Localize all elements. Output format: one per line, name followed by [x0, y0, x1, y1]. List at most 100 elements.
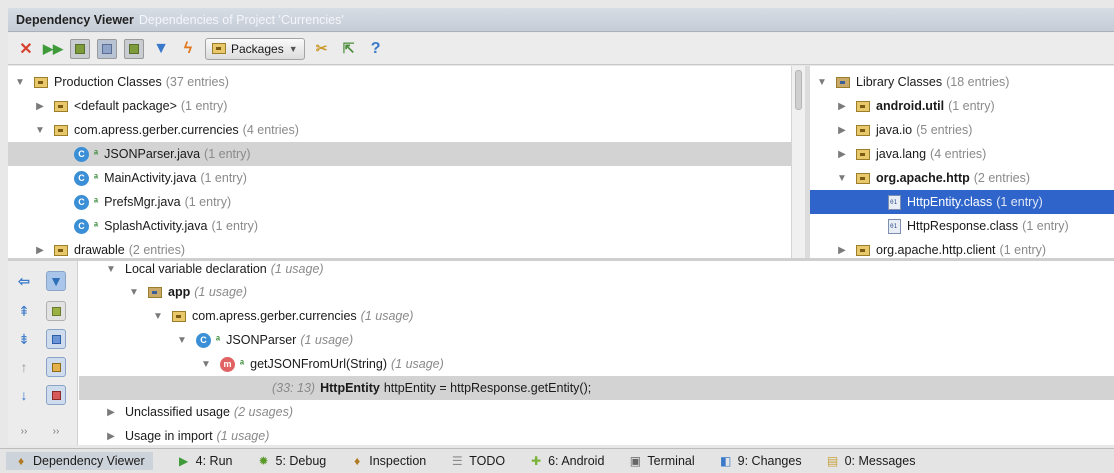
export-icon[interactable]: ⇱: [339, 39, 359, 59]
show-modules-icon[interactable]: [124, 38, 144, 59]
group-by-file-icon[interactable]: [46, 357, 66, 377]
group-by-module-icon[interactable]: [46, 301, 66, 321]
rerun-icon[interactable]: ▶▶: [43, 39, 63, 59]
vertical-splitter[interactable]: [805, 66, 810, 258]
filter-icon[interactable]: ▼: [46, 271, 66, 291]
collapsed-arrow-icon[interactable]: ▶: [836, 101, 848, 112]
tree-row-prefsmgr[interactable]: C ᵃ PrefsMgr.java (1 entry): [8, 190, 805, 214]
code-text: httpEntity = httpResponse.getEntity();: [383, 381, 592, 395]
tool-tab-label: 6: Android: [548, 454, 605, 468]
tool-tab-todo[interactable]: ☰ TODO: [450, 454, 505, 468]
package-folder-icon: [212, 43, 226, 54]
expanded-arrow-icon[interactable]: ▼: [200, 359, 212, 370]
tree-row-production-root[interactable]: ▼ Production Classes (37 entries): [8, 70, 805, 94]
folder-icon: [54, 244, 68, 256]
usage-row-import[interactable]: ▶ Usage in import (1 usage): [105, 424, 269, 448]
class-icon: C: [196, 332, 211, 348]
group-by-method-icon[interactable]: [46, 385, 66, 405]
collapsed-arrow-icon[interactable]: ▶: [836, 125, 848, 136]
tree-label: Library Classes: [856, 75, 943, 89]
expanded-arrow-icon[interactable]: ▼: [836, 173, 848, 184]
collapsed-arrow-icon[interactable]: ▶: [836, 149, 848, 160]
tool-tab-label: 0: Messages: [844, 454, 916, 468]
usage-row-method[interactable]: ▼ m ᵃ getJSONFromUrl(String) (1 usage): [200, 352, 444, 376]
tool-tab-changes[interactable]: ◧ 9: Changes: [719, 454, 802, 468]
tree-row-drawable[interactable]: ▶ drawable (2 entries): [8, 238, 805, 258]
usage-row-package[interactable]: ▼ com.apress.gerber.currencies (1 usage): [152, 304, 413, 328]
tree-row-java-io[interactable]: ▶ java.io (5 entries): [810, 118, 1114, 142]
tree-row-library-root[interactable]: ▼ Library Classes (18 entries): [810, 70, 1114, 94]
scope-dropdown[interactable]: Packages ▼: [205, 37, 305, 60]
scrollbar-thumb[interactable]: [795, 70, 802, 110]
tool-tab-messages[interactable]: ▤ 0: Messages: [826, 454, 916, 468]
tree-row-org-apache-http[interactable]: ▼ org.apache.http (2 entries): [810, 166, 1114, 190]
more-icon[interactable]: ››: [14, 421, 34, 441]
collapsed-arrow-icon[interactable]: ▶: [34, 101, 46, 112]
tool-tab-label: 9: Changes: [737, 454, 802, 468]
settings-icon[interactable]: ✂: [312, 39, 332, 59]
tree-label: java.lang: [876, 147, 927, 161]
expanded-arrow-icon[interactable]: ▼: [152, 311, 164, 322]
tree-count: (2 entries): [128, 243, 186, 257]
expand-all-icon[interactable]: ⇞: [14, 301, 34, 321]
usage-row-code-line[interactable]: (33: 13) HttpEntity httpEntity = httpRes…: [272, 376, 591, 400]
group-by-package-icon[interactable]: [46, 329, 66, 349]
toolbar: ✕ ▶▶ ▼ ϟ Packages ▼ ✂ ⇱ ?: [8, 33, 1114, 65]
access-icon: ᵃ: [94, 220, 99, 232]
close-icon[interactable]: ✕: [16, 39, 36, 59]
tool-tab-inspection[interactable]: ♦ Inspection: [350, 454, 426, 468]
usage-label: app: [168, 285, 191, 299]
folder-icon: [54, 100, 68, 112]
show-files-icon[interactable]: [97, 38, 117, 59]
collapsed-arrow-icon[interactable]: ▶: [836, 245, 848, 256]
expanded-arrow-icon[interactable]: ▼: [128, 287, 140, 298]
lightning-icon[interactable]: ϟ: [178, 39, 198, 59]
expanded-arrow-icon[interactable]: ▼: [176, 335, 188, 346]
expanded-arrow-icon[interactable]: ▼: [105, 264, 117, 275]
expanded-arrow-icon[interactable]: ▼: [816, 77, 828, 88]
tree-row-mainactivity[interactable]: C ᵃ MainActivity.java (1 entry): [8, 166, 805, 190]
tree-row-jsonparser[interactable]: C ᵃ JSONParser.java (1 entry): [8, 142, 805, 166]
tool-tab-android[interactable]: ✚ 6: Android: [529, 454, 604, 468]
more-icon[interactable]: ››: [46, 421, 66, 441]
usage-count: (1 usage): [300, 333, 354, 347]
tree-label: HttpEntity.class: [907, 195, 993, 209]
usage-row-local-variable[interactable]: ▼ Local variable declaration (1 usage): [105, 257, 324, 281]
tree-row-splashactivity[interactable]: C ᵃ SplashActivity.java (1 entry): [8, 214, 805, 238]
collapsed-arrow-icon[interactable]: ▶: [105, 407, 117, 418]
help-icon[interactable]: ?: [366, 39, 386, 59]
folder-icon: [856, 244, 870, 256]
left-scrollbar[interactable]: [791, 66, 805, 258]
dependency-viewer-icon: ♦: [17, 454, 25, 468]
module-folder-icon: [148, 286, 162, 298]
usage-count: (1 usage): [194, 285, 248, 299]
tree-row-android-util[interactable]: ▶ android.util (1 entry): [810, 94, 1114, 118]
tree-row-org-apache-http-client[interactable]: ▶ org.apache.http.client (1 entry): [810, 238, 1114, 258]
previous-occurrence-icon[interactable]: ↑: [14, 357, 34, 377]
usage-row-unclassified[interactable]: ▶ Unclassified usage (2 usages): [105, 400, 293, 424]
tool-tab-run[interactable]: ▶ 4: Run: [177, 454, 232, 468]
collapsed-arrow-icon[interactable]: ▶: [34, 245, 46, 256]
tree-row-default-package[interactable]: ▶ <default package> (1 entry): [8, 94, 805, 118]
expanded-arrow-icon[interactable]: ▼: [34, 125, 46, 136]
usage-row-app[interactable]: ▼ app (1 usage): [128, 280, 247, 304]
filter-icon[interactable]: ▼: [151, 39, 171, 59]
tool-tab-label: Inspection: [369, 454, 427, 468]
back-arrow-icon[interactable]: ⇦: [14, 271, 34, 291]
tree-row-currencies-package[interactable]: ▼ com.apress.gerber.currencies (4 entrie…: [8, 118, 805, 142]
tree-label: PrefsMgr.java: [104, 195, 181, 209]
tree-row-httpresponse[interactable]: HttpResponse.class (1 entry): [810, 214, 1114, 238]
tree-row-java-lang[interactable]: ▶ java.lang (4 entries): [810, 142, 1114, 166]
folder-icon: [856, 148, 870, 160]
tool-tab-terminal[interactable]: ▣ Terminal: [628, 454, 695, 468]
collapse-all-icon[interactable]: ⇟: [14, 329, 34, 349]
next-occurrence-icon[interactable]: ↓: [14, 385, 34, 405]
tool-tab-dependency-viewer[interactable]: ♦ Dependency Viewer: [6, 452, 153, 470]
tree-row-httpentity[interactable]: HttpEntity.class (1 entry): [810, 190, 1114, 214]
tool-tab-debug[interactable]: ✹ 5: Debug: [257, 454, 326, 468]
collapsed-arrow-icon[interactable]: ▶: [105, 431, 117, 442]
expanded-arrow-icon[interactable]: ▼: [14, 77, 26, 88]
usage-row-class[interactable]: ▼ C ᵃ JSONParser (1 usage): [176, 328, 353, 352]
flatten-packages-icon[interactable]: [70, 38, 90, 59]
access-icon: ᵃ: [94, 172, 99, 184]
